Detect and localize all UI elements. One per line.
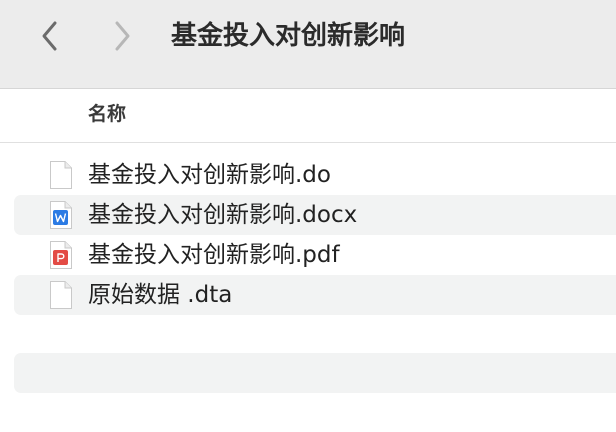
word-document-icon xyxy=(50,201,72,229)
file-name: 原始数据 .dta xyxy=(88,282,233,308)
list-header: 名称 xyxy=(0,89,616,143)
file-name: 基金投入对创新影响.do xyxy=(88,162,331,188)
back-button[interactable] xyxy=(34,18,66,54)
file-row[interactable]: 基金投入对创新影响.docx xyxy=(14,195,616,235)
file-name: 基金投入对创新影响.pdf xyxy=(88,242,340,268)
toolbar: 基金投入对创新影响 xyxy=(0,0,616,89)
empty-row xyxy=(14,353,616,393)
column-header-name[interactable]: 名称 xyxy=(88,101,126,127)
blank-document-icon xyxy=(50,281,72,309)
blank-document-icon xyxy=(50,161,72,189)
pdf-document-icon xyxy=(50,241,72,269)
file-row[interactable]: 基金投入对创新影响.do xyxy=(14,155,616,195)
window-title: 基金投入对创新影响 xyxy=(171,21,406,51)
file-name: 基金投入对创新影响.docx xyxy=(88,202,358,228)
chevron-left-icon xyxy=(42,21,57,51)
file-row[interactable]: 原始数据 .dta xyxy=(14,275,616,315)
forward-button[interactable] xyxy=(106,18,138,54)
chevron-right-icon xyxy=(115,21,130,51)
file-row[interactable]: 基金投入对创新影响.pdf xyxy=(14,235,616,275)
finder-window: 基金投入对创新影响 名称 基金投入对创新影响.do 基金投入对创新影响.docx xyxy=(0,0,616,432)
file-list: 基金投入对创新影响.do 基金投入对创新影响.docx 基金投入对创新影响.pd… xyxy=(14,155,616,315)
